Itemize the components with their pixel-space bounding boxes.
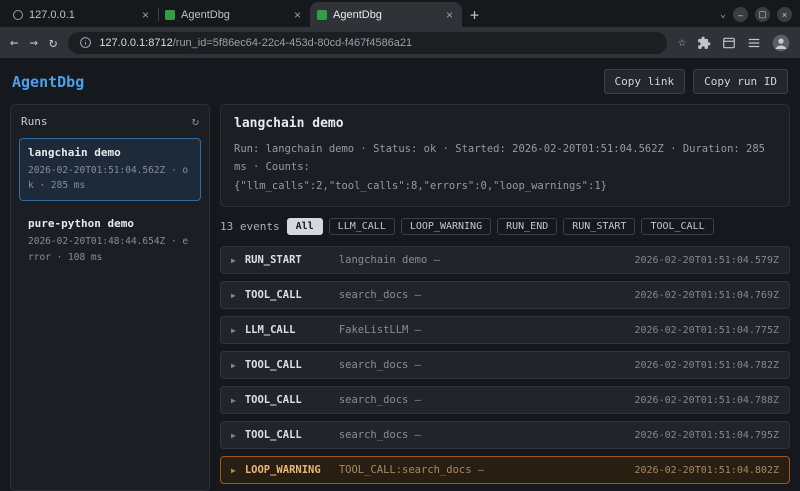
minimize-button[interactable]: – [733, 7, 748, 22]
event-type: TOOL_CALL [244, 394, 302, 407]
event-row[interactable]: ▶ TOOL_CALL search_docs — 2026-02-20T01:51:… [220, 421, 790, 450]
tab-title: 127.0.0.1 [29, 8, 75, 21]
event-desc: FakeListLLM — [338, 324, 422, 337]
browser-tab[interactable]: 127.0.0.1 × [6, 2, 159, 27]
copy-run-id-button[interactable]: Copy run ID [693, 69, 788, 94]
address-bar[interactable]: 127.0.0.1:8712/run_id=5f86ec64-22c4-453d… [68, 31, 668, 54]
chevron-down-icon[interactable]: ⌄ [720, 9, 726, 20]
new-tab-button[interactable]: + [462, 6, 487, 24]
avatar[interactable] [772, 34, 790, 52]
event-desc: search_docs — [338, 289, 422, 302]
event-type: TOOL_CALL [244, 359, 302, 372]
url-host: 127.0.0.1:8712 [99, 36, 173, 49]
browser-toolbar: ← → ↻ 127.0.0.1:8712/run_id=5f86ec64-22c… [0, 27, 800, 58]
browser-tab[interactable]: AgentDbg × [310, 2, 462, 27]
event-type: RUN_START [244, 254, 302, 267]
back-icon[interactable]: ← [10, 36, 18, 50]
tab-title: AgentDbg [333, 8, 382, 21]
event-timestamp: 2026-02-20T01:51:04.579Z [634, 254, 780, 266]
run-meta: 2026-02-20T01:51:04.562Z · ok · 285 ms [28, 165, 189, 192]
agentdbg-page: AgentDbg Copy link Copy run ID Runs ↻ la… [0, 58, 800, 491]
page-title: AgentDbg [12, 72, 85, 91]
expand-caret-icon: ▶ [231, 290, 236, 300]
expand-caret-icon: ▶ [231, 360, 236, 370]
filter-chip-run_end[interactable]: RUN_END [497, 218, 558, 236]
run-meta: 2026-02-20T01:48:44.654Z · error · 108 m… [28, 236, 189, 263]
event-count: 13 events [220, 220, 280, 234]
forward-icon[interactable]: → [29, 36, 37, 50]
main-panel: langchain demo Run: langchain demo · Sta… [220, 104, 790, 491]
event-timestamp: 2026-02-20T01:51:04.802Z [634, 464, 780, 476]
url-path: /run_id=5f86ec64-22c4-453d-80cd-f467f458… [172, 36, 413, 49]
globe-favicon [13, 9, 23, 20]
event-type: LOOP_WARNING [244, 464, 321, 477]
event-row[interactable]: ▶ LOOP_WARNING TOOL_CALL:search_docs — 2026… [220, 456, 790, 485]
event-desc: search_docs — [338, 359, 422, 372]
event-timestamp: 2026-02-20T01:51:04.795Z [634, 429, 780, 441]
page-header: AgentDbg Copy link Copy run ID [0, 58, 800, 99]
runs-panel-title: Runs [21, 114, 48, 128]
browser-tab[interactable]: AgentDbg × [158, 2, 311, 27]
event-row[interactable]: ▶ TOOL_CALL search_docs — 2026-02-20T01:51:… [220, 351, 790, 380]
reading-list-icon[interactable] [722, 36, 736, 50]
maximize-button[interactable]: ▢ [755, 7, 770, 22]
event-row[interactable]: ▶ LLM_CALL FakeListLLM — 2026-02-20T01:51:0… [220, 316, 790, 345]
expand-caret-icon: ▶ [231, 430, 236, 440]
filter-chip-run_start[interactable]: RUN_START [563, 218, 636, 236]
tab-close-icon[interactable]: × [444, 8, 455, 22]
event-row[interactable]: ▶ RUN_START langchain demo — 2026-02-20T01:… [220, 246, 790, 275]
event-desc: langchain demo — [338, 254, 440, 267]
tab-close-icon[interactable]: × [292, 8, 303, 22]
runs-sidebar: Runs ↻ langchain demo 2026-02-20T01:51:04… [10, 104, 210, 491]
event-row[interactable]: ▶ TOOL_CALL search_docs — 2026-02-20T01:51:… [220, 281, 790, 310]
event-desc: TOOL_CALL:search_docs — [338, 464, 485, 477]
tune-icon[interactable] [747, 36, 761, 50]
run-meta-line2: {"llm_calls":2,"tool_calls":8,"errors":0… [234, 179, 607, 192]
run-list-item[interactable]: pure-python demo 2026-02-20T01:48:44.654Z… [19, 209, 201, 272]
event-type: LLM_CALL [244, 324, 296, 337]
event-desc: search_docs — [338, 394, 422, 407]
event-desc: search_docs — [338, 429, 422, 442]
expand-caret-icon: ▶ [231, 325, 236, 335]
run-name: langchain demo [28, 146, 121, 159]
reload-icon[interactable]: ↻ [49, 36, 57, 50]
expand-caret-icon: ▶ [231, 255, 236, 265]
event-type: TOOL_CALL [244, 429, 302, 442]
event-timestamp: 2026-02-20T01:51:04.788Z [634, 394, 780, 406]
copy-link-button[interactable]: Copy link [603, 69, 686, 94]
app-favicon [165, 9, 175, 20]
event-list: ▶ RUN_START langchain demo — 2026-02-20T01:… [220, 246, 790, 491]
filter-chip-llm_call[interactable]: LLM_CALL [328, 218, 395, 236]
filter-row: 13 events All LLM_CALL LOOP_WARNING RUN_END… [220, 218, 790, 236]
refresh-icon[interactable]: ↻ [192, 114, 199, 128]
run-meta-line1: Run: langchain demo · Status: ok · Start… [234, 143, 766, 174]
event-timestamp: 2026-02-20T01:51:04.782Z [634, 359, 780, 371]
filter-chip-loop_warning[interactable]: LOOP_WARNING [400, 218, 492, 236]
event-timestamp: 2026-02-20T01:51:04.775Z [634, 324, 780, 336]
close-button[interactable]: × [777, 7, 792, 22]
site-info-icon[interactable] [79, 36, 92, 49]
event-timestamp: 2026-02-20T01:51:04.769Z [634, 289, 780, 301]
run-title: langchain demo [234, 116, 344, 131]
run-list-item[interactable]: langchain demo 2026-02-20T01:51:04.562Z ·… [19, 138, 201, 202]
expand-caret-icon: ▶ [231, 395, 236, 405]
filter-chip-tool_call[interactable]: TOOL_CALL [641, 218, 714, 236]
tab-title: AgentDbg [181, 8, 230, 21]
tab-strip: 127.0.0.1 × AgentDbg × AgentDbg × + ⌄ – ▢ × [0, 0, 800, 27]
filter-chip-all[interactable]: All [286, 218, 323, 236]
bookmark-star-icon[interactable]: ☆ [678, 35, 686, 50]
run-name: pure-python demo [28, 217, 134, 231]
event-row[interactable]: ▶ TOOL_CALL search_docs — 2026-02-20T01:51:… [220, 386, 790, 415]
app-favicon [317, 9, 327, 20]
run-summary-card: langchain demo Run: langchain demo · Sta… [220, 104, 790, 208]
expand-caret-icon: ▶ [231, 465, 236, 475]
event-type: TOOL_CALL [244, 289, 302, 302]
extensions-icon[interactable] [697, 36, 711, 50]
tab-close-icon[interactable]: × [140, 8, 151, 22]
